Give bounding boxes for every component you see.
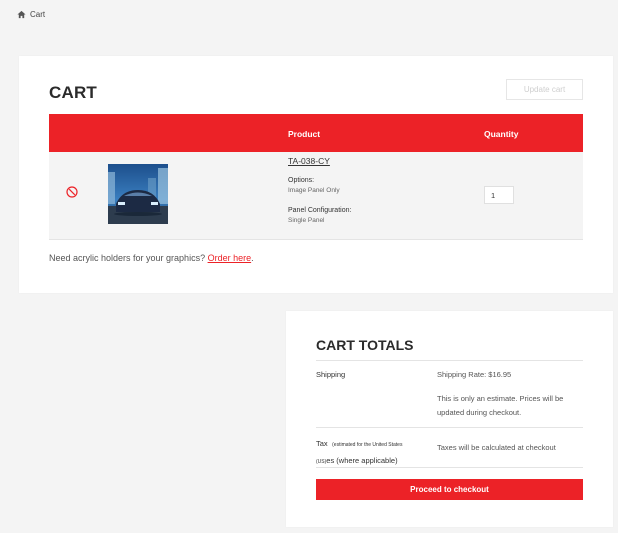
cart-table-header: Product Quantity [49,114,583,152]
proceed-to-checkout-button[interactable]: Proceed to checkout [316,479,583,500]
tax-value: Taxes will be calculated at checkout [437,443,556,452]
column-header-quantity: Quantity [484,129,519,139]
tax-label-note: (estimated for the United States [332,442,403,448]
panel-configuration-label: Panel Configuration: [288,207,352,214]
cart-item-row: TA-038-CY Options: Image Panel Only Pane… [49,152,583,240]
cart-totals-title: CART TOTALS [316,337,414,353]
cart-panel: CART Update cart Product Quantity TA-038… [19,56,613,293]
order-here-link[interactable]: Order here [208,253,252,263]
tax-label: Tax (estimated for the United States (US… [316,435,428,469]
acrylic-note-suffix: . [251,253,254,263]
tax-label-prefix: Tax [316,439,328,448]
shipping-label: Shipping [316,370,346,379]
divider [316,467,583,468]
divider [316,427,583,428]
update-cart-button[interactable]: Update cart [506,79,583,100]
breadcrumb: Cart [17,10,45,19]
home-icon[interactable] [17,10,26,19]
panel-configuration-value: Single Panel [288,217,325,224]
shipping-estimate-note: This is only an estimate. Prices will be… [437,394,564,417]
tax-label-suffix: es (where applicable) [326,456,398,465]
quantity-input[interactable] [484,186,514,204]
acrylic-holders-note: Need acrylic holders for your graphics? … [49,253,254,263]
options-label: Options: [288,177,315,184]
breadcrumb-current: Cart [30,10,46,19]
cart-title: CART [49,83,98,102]
divider [316,360,583,361]
remove-circle-icon[interactable] [66,186,78,198]
cart-totals-panel: CART TOTALS Shipping Shipping Rate: $16.… [286,311,613,527]
product-thumbnail[interactable] [108,164,168,224]
acrylic-note-text: Need acrylic holders for your graphics? [49,253,208,263]
column-header-product: Product [288,129,321,139]
product-sku-link[interactable]: TA-038-CY [288,156,330,166]
options-value: Image Panel Only [288,187,340,194]
tax-label-country: (US) [316,459,327,465]
shipping-rate: Shipping Rate: $16.95 [437,370,512,379]
